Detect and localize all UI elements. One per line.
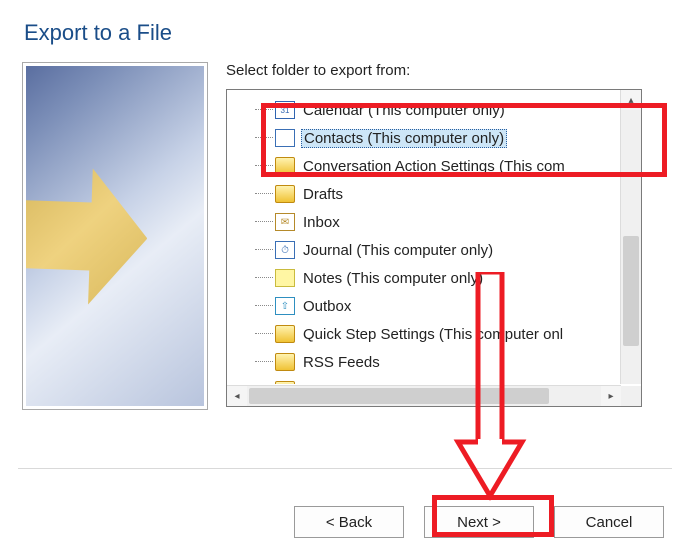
tree-item[interactable]: Journal (This computer only) <box>239 236 619 264</box>
folder-select-panel: Select folder to export from: Calendar (… <box>226 62 668 410</box>
wizard-illustration-frame <box>22 62 208 410</box>
tree-item-label: Contacts (This computer only) <box>301 129 507 148</box>
tree-item[interactable]: Conversation Action Settings (This com <box>239 152 619 180</box>
folder-icon <box>275 185 295 203</box>
tree-item[interactable]: Outbox <box>239 292 619 320</box>
journal-icon <box>275 241 295 259</box>
tree-connector <box>255 137 273 139</box>
outbox-icon <box>275 297 295 315</box>
tree-item-label: Inbox <box>301 213 342 232</box>
tree-item[interactable]: Contacts (This computer only) <box>239 124 619 152</box>
tree-connector <box>255 193 273 195</box>
tree-item[interactable]: ⌄ Sync Issues (This computer only) <box>239 376 619 384</box>
folder-icon <box>275 381 295 384</box>
horizontal-scrollbar[interactable]: ◂ ▸ <box>227 385 621 406</box>
folder-tree[interactable]: Calendar (This computer only) Contacts (T… <box>229 92 619 384</box>
folder-icon <box>275 325 295 343</box>
tree-item-label: Quick Step Settings (This computer onl <box>301 325 565 344</box>
tree-item[interactable]: Quick Step Settings (This computer onl <box>239 320 619 348</box>
scroll-thumb[interactable] <box>623 236 639 346</box>
button-separator <box>18 468 672 469</box>
tree-connector <box>255 165 273 167</box>
back-button[interactable]: < Back <box>294 506 404 538</box>
tree-item-label: Sync Issues (This computer only) <box>301 381 527 385</box>
inbox-icon <box>275 213 295 231</box>
export-wizard-dialog: Export to a File Select folder to export… <box>0 0 690 560</box>
prompt-label: Select folder to export from: <box>226 62 668 79</box>
tree-item[interactable]: Notes (This computer only) <box>239 264 619 292</box>
next-button[interactable]: Next > <box>424 506 534 538</box>
tree-item-label: Conversation Action Settings (This com <box>301 157 567 176</box>
tree-item[interactable]: RSS Feeds <box>239 348 619 376</box>
tree-connector <box>255 249 273 251</box>
folder-icon <box>275 157 295 175</box>
scroll-left-icon[interactable]: ◂ <box>227 386 247 406</box>
scroll-corner <box>621 386 641 406</box>
dialog-body: Select folder to export from: Calendar (… <box>22 62 668 410</box>
tree-item[interactable]: Calendar (This computer only) <box>239 96 619 124</box>
tree-connector <box>255 277 273 279</box>
expander-icon[interactable]: ⌄ <box>239 384 253 385</box>
wizard-button-row: < Back Next > Cancel <box>294 506 664 538</box>
tree-item[interactable]: Inbox <box>239 208 619 236</box>
scroll-right-icon[interactable]: ▸ <box>601 386 621 406</box>
tree-item-label: Drafts <box>301 185 345 204</box>
cancel-button[interactable]: Cancel <box>554 506 664 538</box>
notes-icon <box>275 269 295 287</box>
dialog-title: Export to a File <box>24 20 668 46</box>
folder-tree-frame: Calendar (This computer only) Contacts (T… <box>226 89 642 407</box>
contacts-icon <box>275 129 295 147</box>
tree-item-label: RSS Feeds <box>301 353 382 372</box>
tree-item[interactable]: Drafts <box>239 180 619 208</box>
tree-item-label: Outbox <box>301 297 353 316</box>
tree-item-label: Calendar (This computer only) <box>301 101 507 120</box>
scroll-up-icon[interactable]: ▴ <box>621 90 641 110</box>
tree-item-label: Notes (This computer only) <box>301 269 485 288</box>
tree-connector <box>255 333 273 335</box>
tree-connector <box>255 109 273 111</box>
scroll-thumb[interactable] <box>249 388 549 404</box>
tree-connector <box>255 361 273 363</box>
tree-connector <box>255 221 273 223</box>
folder-icon <box>275 353 295 371</box>
wizard-illustration <box>26 66 204 406</box>
vertical-scrollbar[interactable]: ▴ <box>620 90 641 384</box>
tree-item-label: Journal (This computer only) <box>301 241 495 260</box>
tree-connector <box>255 305 273 307</box>
calendar-icon <box>275 101 295 119</box>
